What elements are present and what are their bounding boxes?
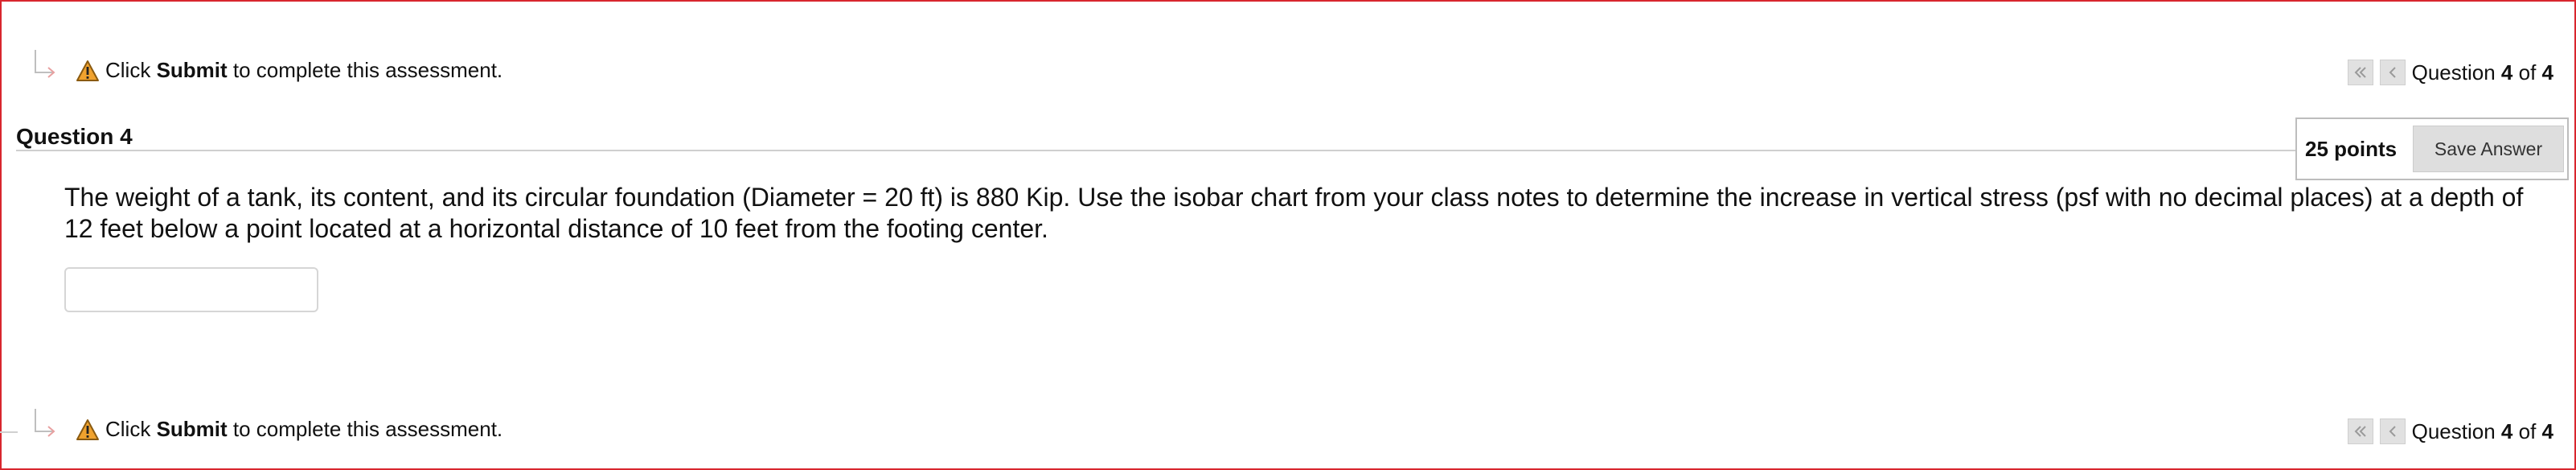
previous-question-button[interactable] (2379, 418, 2406, 444)
question-current: 4 (2500, 418, 2513, 443)
question-navigation: Question 4 of 4 (2347, 56, 2553, 89)
double-chevron-left-icon (2354, 67, 2366, 78)
return-arrow-icon (35, 50, 55, 78)
question-text: The weight of a tank, its content, and i… (64, 183, 2524, 243)
question-position-prefix: Question (2411, 418, 2501, 443)
instruction-text: Click Submit to complete this assessment… (105, 414, 502, 444)
instruction-suffix: to complete this assessment. (227, 58, 503, 82)
double-chevron-left-icon (2354, 426, 2366, 437)
question-position: Question 4 of 4 (2412, 60, 2553, 85)
points-label: 25 points (2305, 137, 2398, 161)
instruction-suffix: to complete this assessment. (227, 417, 503, 441)
question-of-text: of (2512, 60, 2542, 85)
instruction-keyword: Submit (156, 417, 228, 441)
save-answer-button[interactable]: Save Answer (2413, 126, 2564, 172)
chevron-left-icon (2389, 67, 2396, 78)
question-total: 4 (2541, 60, 2553, 85)
instruction-prefix: Click (105, 417, 157, 441)
warning-triangle-icon (76, 60, 99, 81)
question-of-text: of (2512, 418, 2542, 443)
instruction-text: Click Submit to complete this assessment… (105, 55, 502, 85)
question-title: Question 4 (16, 124, 133, 149)
first-question-button[interactable] (2347, 60, 2373, 85)
instruction-bar-bottom: Click Submit to complete this assessment… (0, 407, 2576, 456)
return-arrow-icon (35, 409, 55, 437)
question-current: 4 (2500, 60, 2513, 85)
question-navigation: Question 4 of 4 (2347, 415, 2553, 447)
warning-triangle-icon (76, 419, 99, 440)
first-question-button[interactable] (2347, 418, 2373, 444)
chevron-left-icon (2389, 426, 2396, 437)
answer-input[interactable] (64, 267, 318, 312)
question-position-prefix: Question (2411, 60, 2501, 85)
points-panel: 25 points Save Answer (2295, 118, 2569, 180)
question-total: 4 (2541, 418, 2553, 443)
instruction-bar-top: Click Submit to complete this assessment… (0, 48, 2576, 97)
previous-question-button[interactable] (2379, 60, 2406, 85)
question-position: Question 4 of 4 (2412, 419, 2553, 444)
instruction-keyword: Submit (156, 58, 228, 82)
question-divider (16, 150, 2295, 151)
instruction-prefix: Click (105, 58, 157, 82)
